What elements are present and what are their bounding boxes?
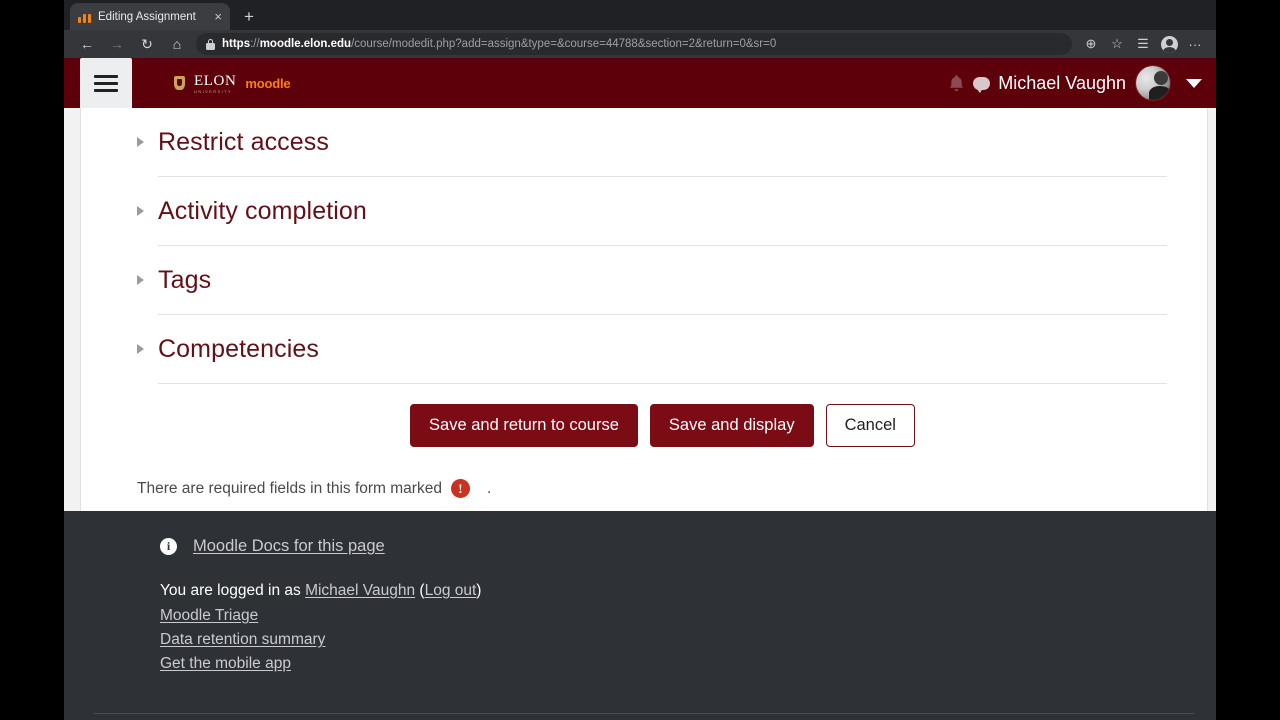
brand-moodle: moodle (245, 75, 291, 91)
screen: Editing Assignment × + ← → ↻ ⌂ https://m… (0, 0, 1280, 720)
url-scheme: https (222, 38, 251, 50)
tab-strip: Editing Assignment × + (64, 0, 1216, 30)
url-path: /course/modedit.php?add=assign&type=&cou… (351, 38, 777, 50)
header-actions: Michael Vaughn (939, 66, 1216, 100)
home-icon[interactable]: ⌂ (162, 31, 192, 57)
data-retention-summary-link[interactable]: Data retention summary (160, 631, 1216, 649)
reload-icon[interactable]: ↻ (132, 31, 162, 57)
chevron-right-icon[interactable] (137, 206, 144, 216)
browser-toolbar: ← → ↻ ⌂ https://moodle.elon.edu/course/m… (64, 30, 1216, 58)
address-bar[interactable]: https://moodle.elon.edu/course/modedit.p… (196, 33, 1072, 55)
avatar[interactable] (1136, 66, 1170, 100)
section-tags[interactable]: Tags (137, 246, 1167, 315)
url-host: moodle.elon.edu (259, 38, 352, 50)
profile-avatar-icon[interactable] (1156, 32, 1182, 56)
moodle-docs-row: i Moodle Docs for this page (160, 537, 1216, 556)
info-icon: i (160, 538, 177, 555)
logged-in-user-link[interactable]: Michael Vaughn (305, 582, 415, 600)
section-title: Activity completion (158, 196, 367, 225)
url-separator: :// (250, 38, 260, 50)
save-and-display-button[interactable]: Save and display (649, 404, 814, 447)
logged-in-status: You are logged in as Michael Vaughn (Log… (160, 582, 1216, 600)
chevron-right-icon[interactable] (137, 137, 144, 147)
new-tab-button[interactable]: + (238, 6, 260, 28)
section-competencies[interactable]: Competencies (137, 315, 1167, 384)
moodle-triage-link[interactable]: Moodle Triage (160, 607, 1216, 625)
required-note-text: There are required fields in this form m… (137, 479, 442, 497)
site-header: ELON UNIVERSITY moodle Michael Vaughn (64, 58, 1216, 108)
browser-window: Editing Assignment × + ← → ↻ ⌂ https://m… (64, 0, 1216, 720)
page-footer: i Moodle Docs for this page You are logg… (64, 511, 1216, 720)
url-text: https://moodle.elon.edu/course/modedit.p… (222, 38, 776, 50)
required-fields-note: There are required fields in this form m… (137, 457, 1167, 498)
form-actions: Save and return to course Save and displ… (158, 384, 1167, 457)
get-mobile-app-link[interactable]: Get the mobile app (160, 655, 1216, 673)
brand-elon: ELON UNIVERSITY (194, 73, 237, 94)
chevron-right-icon[interactable] (137, 275, 144, 285)
moodle-logo-icon (78, 11, 91, 23)
section-title: Tags (158, 265, 212, 294)
footer-divider (94, 713, 1194, 714)
cancel-button[interactable]: Cancel (825, 404, 915, 447)
section-title: Restrict access (158, 127, 329, 156)
section-activity-completion[interactable]: Activity completion (137, 177, 1167, 246)
required-marker-icon: ! (450, 479, 470, 498)
hamburger-menu-icon[interactable] (80, 58, 132, 108)
divider (158, 383, 1167, 384)
zoom-icon[interactable]: ⊕ (1078, 32, 1104, 56)
browser-chrome: Editing Assignment × + ← → ↻ ⌂ https://m… (64, 0, 1216, 58)
user-name[interactable]: Michael Vaughn (998, 73, 1126, 94)
moodle-docs-link[interactable]: Moodle Docs for this page (193, 537, 385, 556)
back-icon[interactable]: ← (72, 31, 102, 57)
section-restrict-access[interactable]: Restrict access (137, 108, 1167, 177)
logout-link[interactable]: Log out (425, 582, 477, 600)
paren-close: ) (476, 582, 482, 599)
logged-in-prefix: You are logged in as (160, 582, 301, 599)
chevron-right-icon[interactable] (137, 344, 144, 354)
favorite-star-icon[interactable]: ☆ (1104, 32, 1130, 56)
close-icon[interactable]: × (214, 10, 222, 23)
required-note-period: . (486, 479, 492, 497)
site-brand[interactable]: ELON UNIVERSITY moodle (174, 72, 291, 94)
lock-icon (206, 38, 215, 50)
bell-icon[interactable] (939, 74, 973, 93)
elon-shield-icon (174, 76, 185, 90)
browser-tab[interactable]: Editing Assignment × (70, 3, 230, 30)
chevron-down-icon[interactable] (1186, 78, 1202, 88)
form-card: Restrict access Activity completion Tags… (80, 108, 1208, 550)
tab-title: Editing Assignment (98, 10, 196, 23)
moodle-page: ELON UNIVERSITY moodle Michael Vaughn Re… (64, 58, 1216, 720)
message-bubble-icon[interactable] (973, 76, 991, 93)
forward-icon[interactable]: → (102, 31, 132, 57)
settings-more-icon[interactable]: ··· (1182, 32, 1208, 56)
save-and-return-button[interactable]: Save and return to course (410, 404, 638, 447)
collections-icon[interactable]: ☰ (1130, 32, 1156, 56)
section-title: Competencies (158, 334, 320, 363)
brand-university-sub: UNIVERSITY (194, 89, 233, 94)
footer-links: Moodle Triage Data retention summary Get… (160, 607, 1216, 673)
